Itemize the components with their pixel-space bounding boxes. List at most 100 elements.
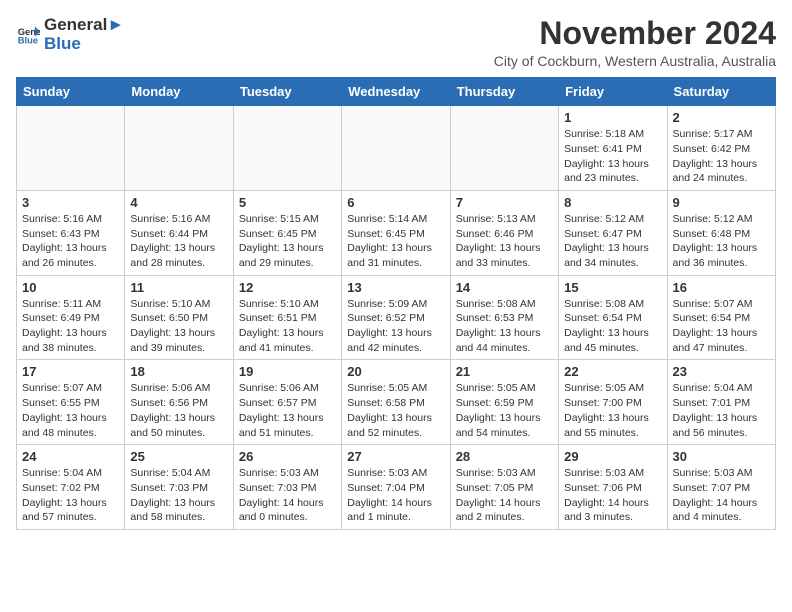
- calendar-cell: 9Sunrise: 5:12 AMSunset: 6:48 PMDaylight…: [667, 190, 775, 275]
- calendar-cell: [125, 106, 233, 191]
- day-info: Sunrise: 5:04 AMSunset: 7:03 PMDaylight:…: [130, 466, 227, 525]
- calendar-cell: 3Sunrise: 5:16 AMSunset: 6:43 PMDaylight…: [17, 190, 125, 275]
- weekday-monday: Monday: [125, 78, 233, 106]
- logo: General Blue General► Blue: [16, 16, 124, 53]
- day-number: 19: [239, 364, 336, 379]
- calendar-cell: 29Sunrise: 5:03 AMSunset: 7:06 PMDayligh…: [559, 445, 667, 530]
- day-number: 30: [673, 449, 770, 464]
- calendar-cell: 25 Sunrise: 5:04 AMSunset: 7:03 PMDayligh…: [125, 445, 233, 530]
- weekday-friday: Friday: [559, 78, 667, 106]
- calendar-cell: 7 Sunrise: 5:13 AMSunset: 6:46 PMDaylight…: [450, 190, 558, 275]
- weekday-thursday: Thursday: [450, 78, 558, 106]
- day-number: 21: [456, 364, 553, 379]
- day-number: 13: [347, 280, 444, 295]
- day-number: 29: [564, 449, 661, 464]
- day-info: Sunrise: 5:03 AMSunset: 7:05 PMDaylight:…: [456, 466, 553, 525]
- day-info: Sunrise: 5:05 AMSunset: 6:58 PMDaylight:…: [347, 381, 444, 440]
- week-row-3: 10 Sunrise: 5:11 AMSunset: 6:49 PMDayligh…: [17, 275, 776, 360]
- day-info: Sunrise: 5:07 AMSunset: 6:55 PMDaylight:…: [22, 381, 119, 440]
- calendar-cell: 2 Sunrise: 5:17 AMSunset: 6:42 PMDaylight…: [667, 106, 775, 191]
- day-number: 26: [239, 449, 336, 464]
- month-title: November 2024: [494, 16, 776, 51]
- calendar-cell: 8 Sunrise: 5:12 AMSunset: 6:47 PMDaylight…: [559, 190, 667, 275]
- logo-icon: General Blue: [16, 23, 40, 47]
- day-number: 8: [564, 195, 661, 210]
- header: General Blue General► Blue November 2024…: [16, 16, 776, 69]
- day-number: 11: [130, 280, 227, 295]
- calendar-cell: 10 Sunrise: 5:11 AMSunset: 6:49 PMDayligh…: [17, 275, 125, 360]
- calendar-cell: [450, 106, 558, 191]
- day-number: 22: [564, 364, 661, 379]
- calendar-cell: [17, 106, 125, 191]
- day-number: 25: [130, 449, 227, 464]
- week-row-4: 17 Sunrise: 5:07 AMSunset: 6:55 PMDayligh…: [17, 360, 776, 445]
- calendar-cell: 4 Sunrise: 5:16 AMSunset: 6:44 PMDaylight…: [125, 190, 233, 275]
- day-info: Sunrise: 5:12 AMSunset: 6:47 PMDaylight:…: [564, 212, 661, 271]
- day-info: Sunrise: 5:04 AMSunset: 7:01 PMDaylight:…: [673, 381, 770, 440]
- day-info: Sunrise: 5:05 AMSunset: 7:00 PMDaylight:…: [564, 381, 661, 440]
- calendar-cell: 11 Sunrise: 5:10 AMSunset: 6:50 PMDayligh…: [125, 275, 233, 360]
- day-number: 1: [564, 110, 661, 125]
- day-info: Sunrise: 5:03 AMSunset: 7:07 PMDaylight:…: [673, 466, 770, 525]
- calendar-cell: 20 Sunrise: 5:05 AMSunset: 6:58 PMDayligh…: [342, 360, 450, 445]
- day-number: 28: [456, 449, 553, 464]
- calendar-cell: 30 Sunrise: 5:03 AMSunset: 7:07 PMDayligh…: [667, 445, 775, 530]
- weekday-header-row: SundayMondayTuesdayWednesdayThursdayFrid…: [17, 78, 776, 106]
- day-info: Sunrise: 5:04 AMSunset: 7:02 PMDaylight:…: [22, 466, 119, 525]
- day-info: Sunrise: 5:16 AMSunset: 6:44 PMDaylight:…: [130, 212, 227, 271]
- day-number: 24: [22, 449, 119, 464]
- weekday-saturday: Saturday: [667, 78, 775, 106]
- week-row-5: 24 Sunrise: 5:04 AMSunset: 7:02 PMDayligh…: [17, 445, 776, 530]
- day-info: Sunrise: 5:09 AMSunset: 6:52 PMDaylight:…: [347, 297, 444, 356]
- day-number: 10: [22, 280, 119, 295]
- week-row-1: 1 Sunrise: 5:18 AMSunset: 6:41 PMDaylight…: [17, 106, 776, 191]
- day-info: Sunrise: 5:12 AMSunset: 6:48 PMDaylight:…: [673, 212, 770, 271]
- calendar-cell: 26 Sunrise: 5:03 AMSunset: 7:03 PMDayligh…: [233, 445, 341, 530]
- calendar-cell: 28 Sunrise: 5:03 AMSunset: 7:05 PMDayligh…: [450, 445, 558, 530]
- day-info: Sunrise: 5:13 AMSunset: 6:46 PMDaylight:…: [456, 212, 553, 271]
- day-number: 4: [130, 195, 227, 210]
- day-number: 17: [22, 364, 119, 379]
- day-info: Sunrise: 5:07 AMSunset: 6:54 PMDaylight:…: [673, 297, 770, 356]
- day-number: 12: [239, 280, 336, 295]
- day-info: Sunrise: 5:08 AMSunset: 6:54 PMDaylight:…: [564, 297, 661, 356]
- day-info: Sunrise: 5:11 AMSunset: 6:49 PMDaylight:…: [22, 297, 119, 356]
- weekday-sunday: Sunday: [17, 78, 125, 106]
- day-info: Sunrise: 5:08 AMSunset: 6:53 PMDaylight:…: [456, 297, 553, 356]
- calendar-cell: 14Sunrise: 5:08 AMSunset: 6:53 PMDayligh…: [450, 275, 558, 360]
- weekday-tuesday: Tuesday: [233, 78, 341, 106]
- day-info: Sunrise: 5:03 AMSunset: 7:03 PMDaylight:…: [239, 466, 336, 525]
- calendar-cell: 27Sunrise: 5:03 AMSunset: 7:04 PMDayligh…: [342, 445, 450, 530]
- day-info: Sunrise: 5:15 AMSunset: 6:45 PMDaylight:…: [239, 212, 336, 271]
- week-row-2: 3Sunrise: 5:16 AMSunset: 6:43 PMDaylight…: [17, 190, 776, 275]
- day-info: Sunrise: 5:05 AMSunset: 6:59 PMDaylight:…: [456, 381, 553, 440]
- day-info: Sunrise: 5:14 AMSunset: 6:45 PMDaylight:…: [347, 212, 444, 271]
- day-number: 7: [456, 195, 553, 210]
- day-info: Sunrise: 5:10 AMSunset: 6:50 PMDaylight:…: [130, 297, 227, 356]
- calendar-cell: 16Sunrise: 5:07 AMSunset: 6:54 PMDayligh…: [667, 275, 775, 360]
- day-number: 23: [673, 364, 770, 379]
- weekday-wednesday: Wednesday: [342, 78, 450, 106]
- calendar-cell: 23 Sunrise: 5:04 AMSunset: 7:01 PMDayligh…: [667, 360, 775, 445]
- day-number: 15: [564, 280, 661, 295]
- day-info: Sunrise: 5:18 AMSunset: 6:41 PMDaylight:…: [564, 127, 661, 186]
- day-number: 20: [347, 364, 444, 379]
- day-info: Sunrise: 5:03 AMSunset: 7:04 PMDaylight:…: [347, 466, 444, 525]
- calendar-cell: 18Sunrise: 5:06 AMSunset: 6:56 PMDayligh…: [125, 360, 233, 445]
- day-info: Sunrise: 5:16 AMSunset: 6:43 PMDaylight:…: [22, 212, 119, 271]
- calendar-cell: 5 Sunrise: 5:15 AMSunset: 6:45 PMDaylight…: [233, 190, 341, 275]
- day-number: 2: [673, 110, 770, 125]
- day-number: 18: [130, 364, 227, 379]
- calendar-table: SundayMondayTuesdayWednesdayThursdayFrid…: [16, 77, 776, 530]
- day-info: Sunrise: 5:17 AMSunset: 6:42 PMDaylight:…: [673, 127, 770, 186]
- calendar-cell: 13 Sunrise: 5:09 AMSunset: 6:52 PMDayligh…: [342, 275, 450, 360]
- calendar-cell: 1 Sunrise: 5:18 AMSunset: 6:41 PMDaylight…: [559, 106, 667, 191]
- calendar-cell: 21 Sunrise: 5:05 AMSunset: 6:59 PMDayligh…: [450, 360, 558, 445]
- calendar-cell: 15 Sunrise: 5:08 AMSunset: 6:54 PMDayligh…: [559, 275, 667, 360]
- logo-blue: Blue: [44, 35, 124, 54]
- calendar-cell: 24 Sunrise: 5:04 AMSunset: 7:02 PMDayligh…: [17, 445, 125, 530]
- subtitle: City of Cockburn, Western Australia, Aus…: [494, 53, 776, 69]
- day-number: 5: [239, 195, 336, 210]
- calendar-cell: 17 Sunrise: 5:07 AMSunset: 6:55 PMDayligh…: [17, 360, 125, 445]
- title-area: November 2024 City of Cockburn, Western …: [494, 16, 776, 69]
